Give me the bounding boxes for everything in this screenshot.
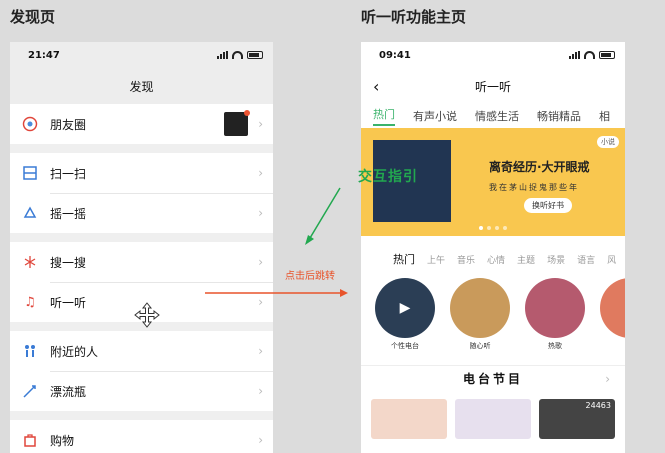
tab-audio-novel[interactable]: 有声小说 <box>413 108 457 124</box>
status-time: 09:41 <box>379 49 411 61</box>
program-cards: 24463 <box>361 391 625 447</box>
subtab-mood[interactable]: 心情 <box>487 253 505 266</box>
tab-bestseller[interactable]: 畅销精品 <box>537 108 581 124</box>
nav-bar: ‹ 听一听 <box>361 68 625 104</box>
page-title: 听一听 <box>474 79 511 94</box>
subtab-scene[interactable]: 场景 <box>547 253 565 266</box>
status-icons <box>569 51 615 59</box>
category-tabs: 热门 有声小说 情感生活 畅销精品 相 <box>361 104 625 128</box>
channel-item[interactable]: 随心听 <box>450 278 510 351</box>
tab-hot[interactable]: 热门 <box>373 106 395 126</box>
channel-item[interactable]: 影 <box>600 278 625 351</box>
subtab-language[interactable]: 语言 <box>577 253 595 266</box>
canvas: 发现页 听一听功能主页 21:47 发现 朋友圈 › 扫一扫 › 摇一摇 › 搜… <box>0 0 665 453</box>
program-card[interactable] <box>371 399 447 439</box>
channel-item[interactable]: 热歌 <box>525 278 585 351</box>
subcategory-tabs: 热门 上午 音乐 心情 主题 场景 语言 风 <box>361 246 625 272</box>
signal-icon <box>569 51 580 59</box>
annotation-arrow-line <box>309 187 341 239</box>
banner-subtitle: 我在茅山捉鬼那些年 <box>489 183 579 192</box>
section-title-text: 电台节目 <box>462 372 523 386</box>
channel-label: 个性电台 <box>391 342 419 350</box>
channel-item[interactable]: ▶ 个性电台 <box>375 278 435 351</box>
program-card[interactable]: 24463 <box>538 399 615 439</box>
carousel-dots <box>479 226 507 230</box>
wifi-icon <box>584 51 595 59</box>
channel-image <box>450 278 510 338</box>
channel-image <box>600 278 625 338</box>
banner-tag: 小说 <box>597 136 619 148</box>
battery-icon <box>599 51 615 59</box>
banner-button[interactable]: 换听好书 <box>524 198 572 213</box>
status-bar: 09:41 <box>361 42 625 68</box>
subtab-theme[interactable]: 主题 <box>517 253 535 266</box>
subtab-more[interactable]: 风 <box>607 253 616 266</box>
jump-label: 点击后跳转 <box>285 271 335 282</box>
banner-title: 离奇经历·大开眼戒 <box>489 160 590 174</box>
annotation-arrowhead <box>305 235 314 245</box>
card-badge: 24463 <box>585 401 611 410</box>
channel-label: 热歌 <box>548 342 562 350</box>
section-title: 电台节目 › <box>361 365 625 391</box>
play-icon: ▶ <box>375 278 435 338</box>
annotation-label: 交互指引 <box>358 169 418 185</box>
tab-emotion[interactable]: 情感生活 <box>475 108 519 124</box>
jump-arrowhead <box>340 289 348 297</box>
chevron-right-icon[interactable]: › <box>605 372 613 386</box>
program-card[interactable] <box>454 399 531 439</box>
channel-image <box>525 278 585 338</box>
subtab-hot[interactable]: 热门 <box>393 251 415 267</box>
subtab-music[interactable]: 音乐 <box>457 253 475 266</box>
listen-screen: 09:41 ‹ 听一听 热门 有声小说 情感生活 畅销精品 相 小说 离奇经历·… <box>361 42 625 453</box>
channel-label: 随心听 <box>469 342 491 350</box>
tab-more[interactable]: 相 <box>599 108 610 124</box>
back-chevron-icon[interactable]: ‹ <box>373 77 379 96</box>
channel-list: ▶ 个性电台 随心听 热歌 影 <box>361 272 625 351</box>
subtab-morning[interactable]: 上午 <box>427 253 445 266</box>
